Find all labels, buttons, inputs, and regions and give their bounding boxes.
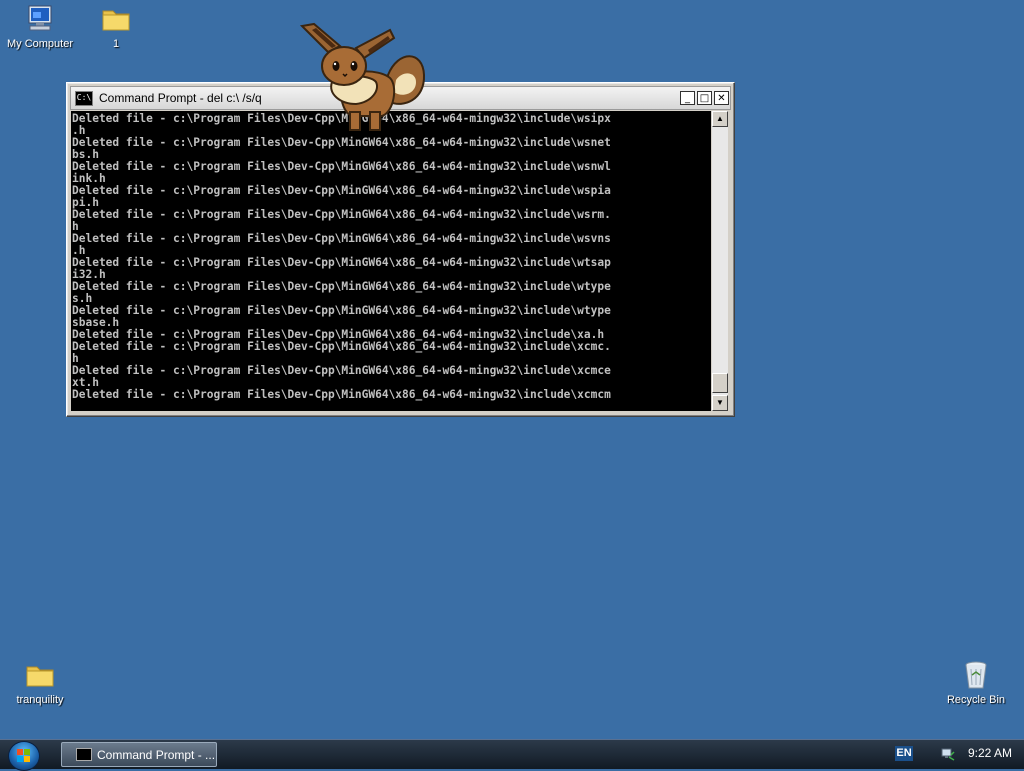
taskbar-button-command-prompt[interactable]: Command Prompt - ...	[61, 742, 217, 767]
console-output[interactable]: Deleted file - c:\Program Files\Dev-Cpp\…	[71, 111, 711, 411]
taskbar-button-label: Command Prompt - ...	[97, 747, 216, 762]
computer-icon	[28, 5, 52, 31]
start-button[interactable]	[8, 741, 40, 771]
desktop-icon-folder-1[interactable]: 1	[76, 3, 156, 51]
folder-1-label: 1	[112, 38, 120, 50]
desktop-icon-recycle-bin[interactable]: Recycle Bin	[936, 659, 1016, 707]
scroll-thumb[interactable]	[712, 373, 728, 393]
windows-logo-icon	[17, 749, 30, 762]
scroll-down-button[interactable]: ▼	[712, 395, 728, 411]
desktop-icon-my-computer[interactable]: My Computer	[0, 3, 80, 51]
my-computer-label: My Computer	[6, 38, 74, 50]
minimize-button[interactable]: _	[680, 91, 695, 105]
folder-icon	[102, 10, 130, 31]
network-icon[interactable]	[940, 746, 956, 762]
cmd-taskbar-icon	[76, 748, 92, 761]
scroll-up-button[interactable]: ▲	[712, 111, 728, 127]
close-button[interactable]: ✕	[714, 91, 729, 105]
cmd-app-icon: C:\	[75, 90, 93, 106]
console-text: Deleted file - c:\Program Files\Dev-Cpp\…	[72, 112, 611, 401]
clock[interactable]: 9:22 AM	[960, 746, 1020, 760]
desktop-icon-tranquility[interactable]: tranquility	[0, 659, 80, 707]
tranquility-label: tranquility	[16, 694, 64, 706]
recycle-bin-icon	[965, 661, 987, 689]
maximize-button[interactable]: □	[697, 91, 712, 105]
recycle-bin-label: Recycle Bin	[946, 694, 1006, 706]
folder-icon	[26, 666, 54, 687]
language-indicator[interactable]: EN	[895, 746, 913, 761]
vertical-scrollbar[interactable]: ▲ ▼	[712, 111, 728, 411]
taskbar: Command Prompt - ... EN 9:22 AM	[0, 739, 1024, 771]
eevee-sprite-icon[interactable]	[298, 20, 428, 138]
